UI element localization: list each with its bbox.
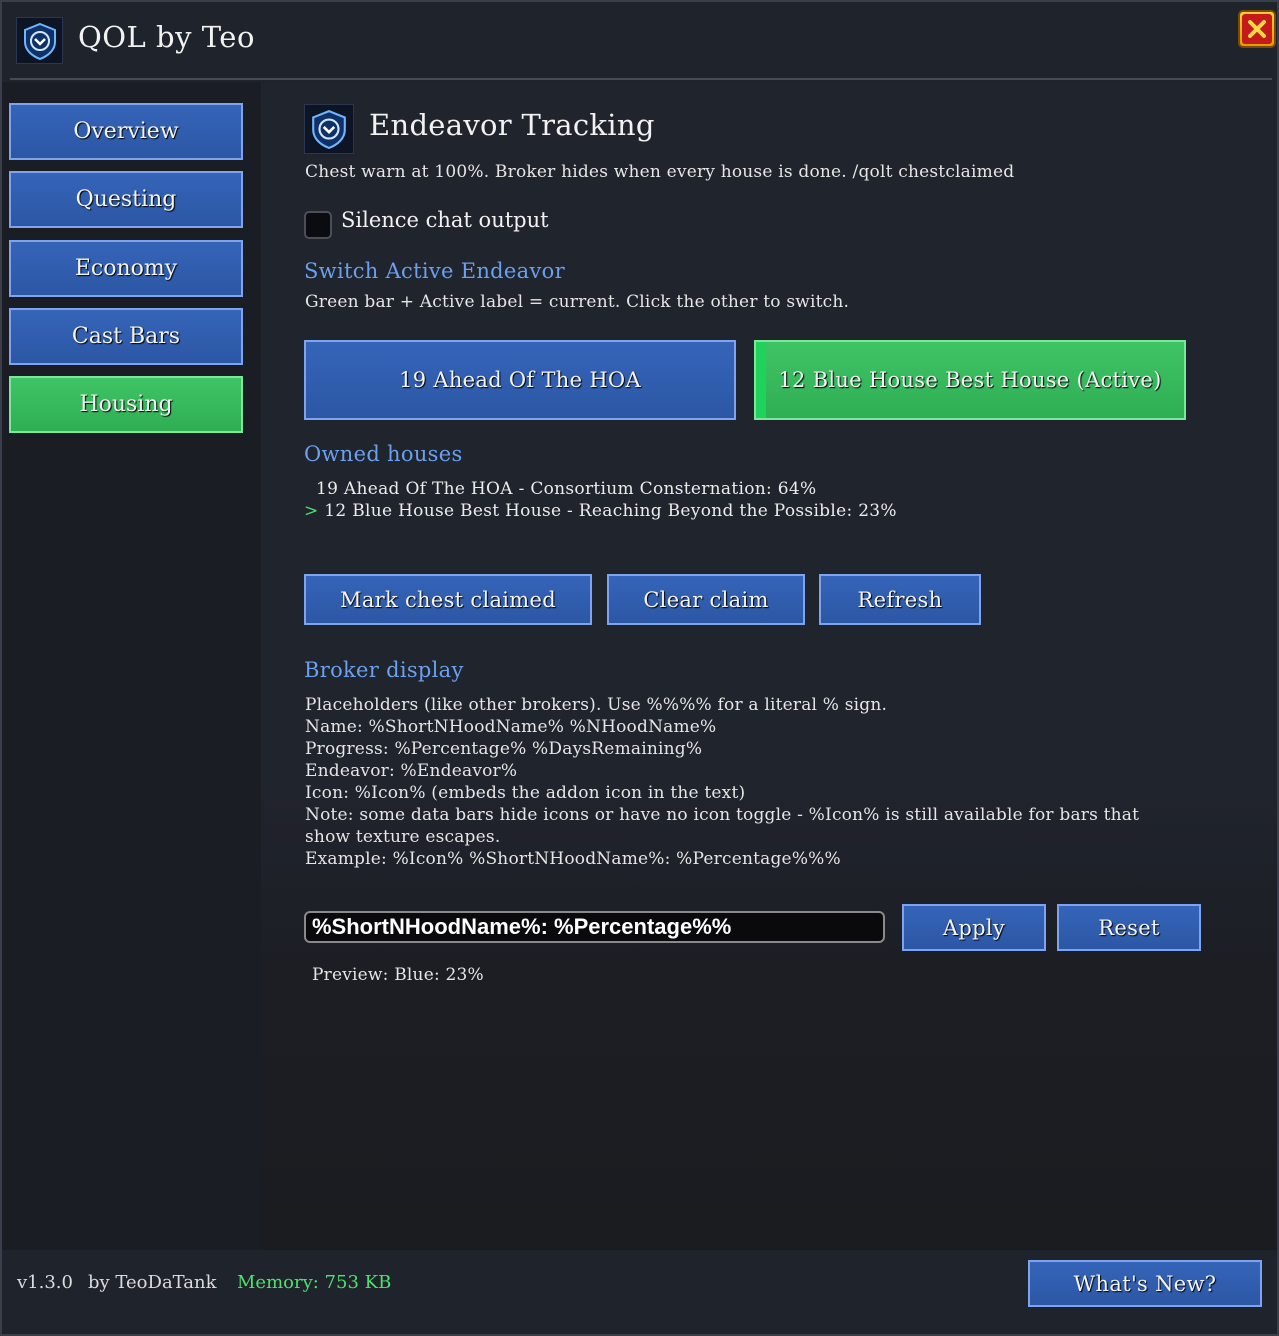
broker-help-line: Note: some data bars hide icons or have … [305,805,1140,825]
apply-button[interactable]: Apply [902,904,1046,951]
owned-house-item-current: > 12 Blue House Best House - Reaching Be… [304,501,897,521]
title-bar: QOL by Teo [2,2,1277,80]
sidebar-item-economy[interactable]: Economy [9,240,243,297]
owned-houses-heading: Owned houses [304,442,463,466]
sidebar-item-housing[interactable]: Housing [9,376,243,433]
active-indicator-bar [756,342,766,418]
broker-help-line: Placeholders (like other brokers). Use %… [305,695,888,715]
main-window: QOL by Teo Overview Questing Economy Cas… [0,0,1279,1336]
broker-help-line: Example: %Icon% %ShortNHoodName%: %Perce… [305,849,841,869]
sidebar-item-questing[interactable]: Questing [9,171,243,228]
broker-help-line: show texture escapes. [305,827,501,847]
sidebar-item-cast-bars[interactable]: Cast Bars [9,308,243,365]
version-label: v1.3.0 [17,1272,73,1293]
broker-format-input[interactable] [304,911,885,943]
current-house-marker: > [304,501,319,521]
shield-chevron-icon [16,17,63,64]
clear-claim-button[interactable]: Clear claim [607,574,805,625]
reset-button[interactable]: Reset [1057,904,1201,951]
app-title: QOL by Teo [78,20,255,54]
broker-help-line: Name: %ShortNHoodName% %NHoodName% [305,717,717,737]
sidebar: Overview Questing Economy Cast Bars Hous… [2,82,261,1250]
broker-help-line: Progress: %Percentage% %DaysRemaining% [305,739,703,759]
endeavor-button-label: 19 Ahead Of The HOA [399,368,641,392]
header-divider [10,78,1272,80]
broker-help-line: Icon: %Icon% (embeds the addon icon in t… [305,783,746,803]
switch-endeavor-heading: Switch Active Endeavor [304,259,565,283]
silence-chat-checkbox[interactable] [304,211,332,239]
owned-house-item: 19 Ahead Of The HOA - Consortium Conster… [316,479,816,499]
silence-chat-label[interactable]: Silence chat output [341,208,549,232]
endeavor-button-blue-house[interactable]: 12 Blue House Best House (Active) [754,340,1186,420]
page-title: Endeavor Tracking [369,108,655,142]
shield-chevron-icon [304,104,354,154]
house-text: 12 Blue House Best House - Reaching Beyo… [324,501,897,521]
whats-new-button[interactable]: What's New? [1028,1260,1262,1307]
mark-chest-claimed-button[interactable]: Mark chest claimed [304,574,592,625]
endeavor-button-ahead-of-hoa[interactable]: 19 Ahead Of The HOA [304,340,736,420]
broker-display-heading: Broker display [304,658,464,682]
memory-usage: Memory: 753 KB [237,1272,392,1293]
intro-text: Chest warn at 100%. Broker hides when ev… [305,162,1015,182]
house-text: 19 Ahead Of The HOA - Consortium Conster… [316,479,817,499]
refresh-button[interactable]: Refresh [819,574,981,625]
content-panel: Endeavor Tracking Chest warn at 100%. Br… [261,82,1277,1250]
author-label: by TeoDaTank [88,1272,217,1293]
broker-preview: Preview: Blue: 23% [312,965,484,985]
switch-endeavor-description: Green bar + Active label = current. Clic… [305,292,850,312]
close-button[interactable] [1238,10,1276,48]
broker-help-line: Endeavor: %Endeavor% [305,761,518,781]
close-x-icon [1242,14,1272,44]
footer: v1.3.0 by TeoDaTank Memory: 753 KB What'… [2,1250,1277,1334]
sidebar-item-overview[interactable]: Overview [9,103,243,160]
endeavor-button-label: 12 Blue House Best House (Active) [778,368,1162,392]
